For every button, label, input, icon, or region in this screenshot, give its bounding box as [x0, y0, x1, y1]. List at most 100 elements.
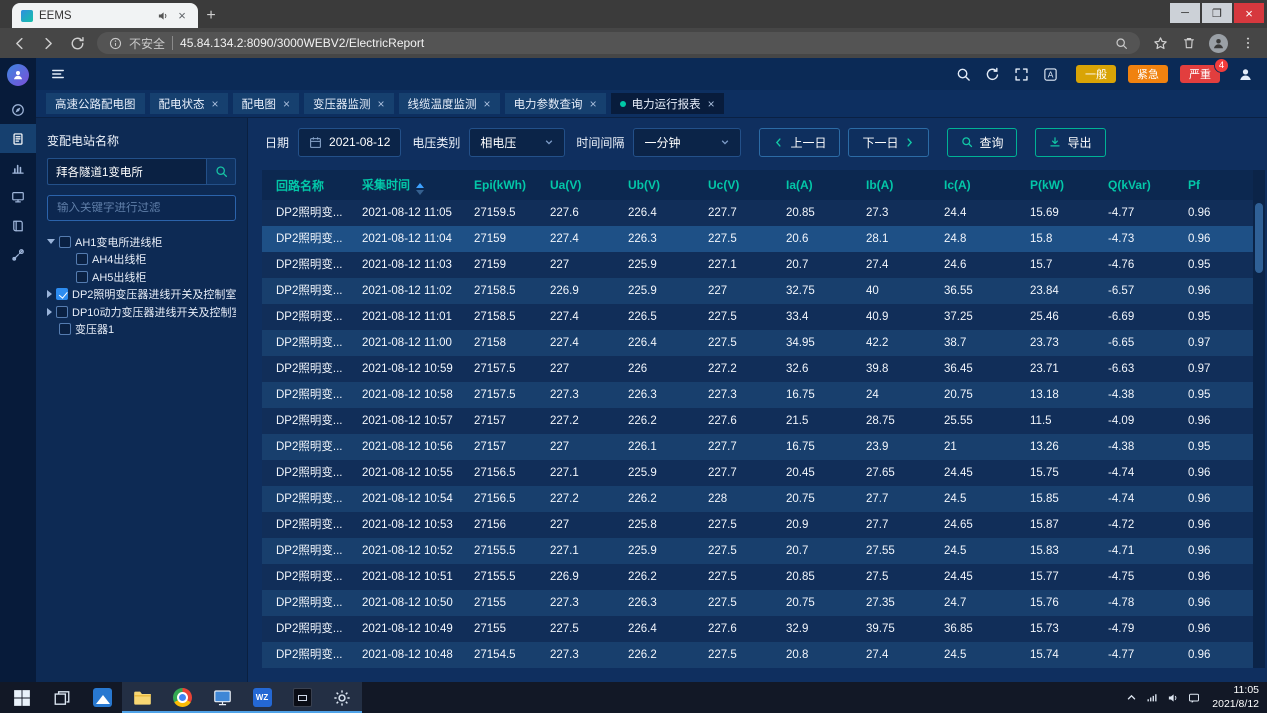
- taskbar-wz-app-icon[interactable]: WZ: [242, 682, 282, 713]
- tab-close-icon[interactable]: ×: [212, 97, 219, 111]
- header-refresh-icon[interactable]: [985, 67, 1000, 82]
- table-row-12[interactable]: DP2照明变...2021-08-12 10:5427156.5227.2226…: [262, 486, 1253, 512]
- column-header-8[interactable]: Ib(A): [852, 170, 930, 200]
- tab-close-icon[interactable]: ×: [590, 97, 597, 111]
- taskbar-start-icon[interactable]: [2, 682, 42, 713]
- tree-filter-field[interactable]: [47, 195, 236, 221]
- sort-icon[interactable]: [416, 183, 424, 195]
- tray-network-icon[interactable]: [1146, 692, 1158, 704]
- column-header-12[interactable]: Pf: [1174, 170, 1253, 200]
- column-header-2[interactable]: 采集时间: [348, 170, 460, 200]
- nav-tab-1[interactable]: 高速公路配电图: [46, 93, 145, 114]
- taskbar-settings-gear-icon[interactable]: [322, 682, 362, 713]
- table-scrollbar[interactable]: [1253, 170, 1265, 668]
- alarm-badge-3[interactable]: 严重4: [1180, 65, 1220, 83]
- nav-tab-5[interactable]: 线缆温度监测×: [399, 93, 500, 114]
- query-button[interactable]: 查询: [947, 128, 1017, 157]
- reload-icon[interactable]: [68, 33, 86, 53]
- browser-tab[interactable]: EEMS ×: [12, 3, 198, 28]
- taskbar-terminal-app-icon[interactable]: [282, 682, 322, 713]
- tab-close-icon[interactable]: ×: [283, 97, 290, 111]
- tree-checkbox[interactable]: [59, 323, 71, 335]
- tray-chevron-up-icon[interactable]: [1126, 692, 1137, 703]
- tree-node-5[interactable]: DP10动力变压器进线开关及控制室: [47, 303, 236, 321]
- table-row-4[interactable]: DP2照明变...2021-08-12 11:0227158.5226.9225…: [262, 278, 1253, 304]
- table-row-13[interactable]: DP2照明变...2021-08-12 10:5327156227225.822…: [262, 512, 1253, 538]
- column-header-7[interactable]: Ia(A): [772, 170, 852, 200]
- tree-checkbox[interactable]: [76, 271, 88, 283]
- zoom-icon[interactable]: [1115, 37, 1128, 50]
- report-icon[interactable]: [0, 124, 36, 153]
- nav-tab-3[interactable]: 配电图×: [233, 93, 300, 114]
- prev-day-button[interactable]: 上一日: [759, 128, 840, 157]
- header-language-icon[interactable]: A: [1043, 67, 1058, 82]
- tab-close-icon[interactable]: ×: [484, 97, 491, 111]
- tab-close-icon[interactable]: ×: [378, 97, 385, 111]
- table-row-16[interactable]: DP2照明变...2021-08-12 10:5027155227.3226.3…: [262, 590, 1253, 616]
- station-search-button[interactable]: [206, 158, 236, 185]
- table-row-1[interactable]: DP2照明变...2021-08-12 11:0527159.5227.6226…: [262, 200, 1253, 226]
- column-header-3[interactable]: Epi(kWh): [460, 170, 536, 200]
- tray-clock[interactable]: 11:05 2021/8/12: [1212, 684, 1259, 711]
- column-header-1[interactable]: 回路名称: [262, 170, 348, 200]
- window-maximize-button[interactable]: ❐: [1202, 3, 1232, 23]
- expander-right-icon[interactable]: [47, 290, 52, 298]
- book-icon[interactable]: [0, 211, 36, 240]
- tree-node-6[interactable]: 变压器1: [47, 321, 236, 339]
- voltage-type-select[interactable]: 相电压: [469, 128, 565, 157]
- station-search-input[interactable]: 拜各隧道1变电所: [47, 158, 206, 185]
- back-icon[interactable]: [10, 33, 28, 53]
- column-header-11[interactable]: Q(kVar): [1094, 170, 1174, 200]
- table-row-17[interactable]: DP2照明变...2021-08-12 10:4927155227.5226.4…: [262, 616, 1253, 642]
- table-row-14[interactable]: DP2照明变...2021-08-12 10:5227155.5227.1225…: [262, 538, 1253, 564]
- tree-filter-input[interactable]: [50, 202, 233, 214]
- window-close-button[interactable]: ×: [1234, 3, 1264, 23]
- column-header-4[interactable]: Ua(V): [536, 170, 614, 200]
- table-row-9[interactable]: DP2照明变...2021-08-12 10:5727157227.2226.2…: [262, 408, 1253, 434]
- tree-node-4[interactable]: DP2照明变压器进线开关及控制室: [47, 286, 236, 304]
- column-header-5[interactable]: Ub(V): [614, 170, 694, 200]
- expander-down-icon[interactable]: [47, 239, 55, 244]
- tab-close-icon[interactable]: ×: [708, 97, 715, 111]
- interval-select[interactable]: 一分钟: [633, 128, 741, 157]
- header-user-icon[interactable]: [1238, 67, 1253, 82]
- tree-checkbox[interactable]: [56, 306, 68, 318]
- tools-icon[interactable]: [0, 240, 36, 269]
- taskbar-chrome-icon[interactable]: [162, 682, 202, 713]
- nav-tab-4[interactable]: 变压器监测×: [304, 93, 394, 114]
- tray-message-icon[interactable]: [1188, 692, 1200, 704]
- date-input[interactable]: 2021-08-12: [298, 128, 401, 157]
- window-minimize-button[interactable]: ─: [1170, 3, 1200, 23]
- monitor-icon[interactable]: [0, 182, 36, 211]
- table-row-11[interactable]: DP2照明变...2021-08-12 10:5527156.5227.1225…: [262, 460, 1253, 486]
- chart-icon[interactable]: [0, 153, 36, 182]
- taskbar-file-explorer-icon[interactable]: [122, 682, 162, 713]
- menu-dots-icon[interactable]: [1239, 33, 1257, 53]
- scrollbar-thumb[interactable]: [1255, 203, 1263, 273]
- nav-tab-2[interactable]: 配电状态×: [150, 93, 228, 114]
- table-row-10[interactable]: DP2照明变...2021-08-12 10:5627157227226.122…: [262, 434, 1253, 460]
- tab-audio-icon[interactable]: [157, 10, 169, 22]
- tree-node-3[interactable]: AH5出线柜: [47, 268, 236, 286]
- column-header-6[interactable]: Uc(V): [694, 170, 772, 200]
- tree-checkbox[interactable]: [59, 236, 71, 248]
- export-button[interactable]: 导出: [1035, 128, 1105, 157]
- table-row-5[interactable]: DP2照明变...2021-08-12 11:0127158.5227.4226…: [262, 304, 1253, 330]
- profile-avatar-icon[interactable]: [1209, 34, 1228, 53]
- tree-checkbox[interactable]: [56, 288, 68, 300]
- info-icon[interactable]: [109, 37, 122, 50]
- table-row-8[interactable]: DP2照明变...2021-08-12 10:5827157.5227.3226…: [262, 382, 1253, 408]
- expander-right-icon[interactable]: [47, 308, 52, 316]
- tree-checkbox[interactable]: [76, 253, 88, 265]
- header-search-icon[interactable]: [956, 67, 971, 82]
- next-day-button[interactable]: 下一日: [848, 128, 929, 157]
- taskbar-task-view-icon[interactable]: [42, 682, 82, 713]
- alarm-badge-1[interactable]: 一般: [1076, 65, 1116, 83]
- new-tab-button[interactable]: +: [198, 3, 224, 28]
- bookmark-star-icon[interactable]: [1151, 33, 1169, 53]
- nav-tab-6[interactable]: 电力参数查询×: [505, 93, 606, 114]
- trash-icon[interactable]: [1180, 33, 1198, 53]
- alarm-badge-2[interactable]: 紧急: [1128, 65, 1168, 83]
- table-row-3[interactable]: DP2照明变...2021-08-12 11:0327159227225.922…: [262, 252, 1253, 278]
- compass-icon[interactable]: [0, 95, 36, 124]
